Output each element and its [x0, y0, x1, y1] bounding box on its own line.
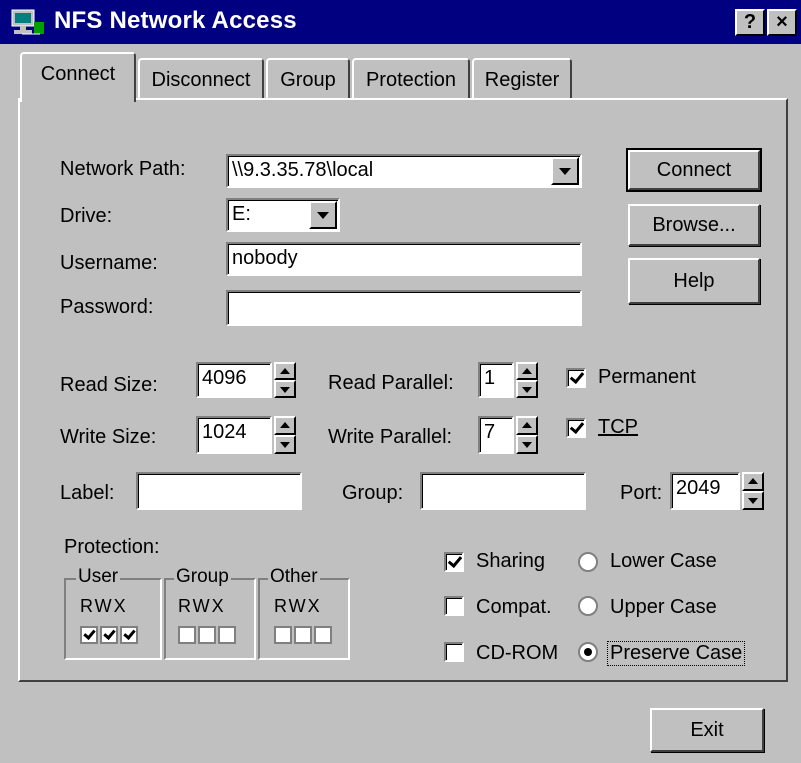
user-write-checkbox[interactable] [100, 626, 118, 644]
spin-up-icon[interactable] [274, 416, 296, 435]
read-parallel-stepper[interactable] [516, 362, 538, 398]
spin-up-icon[interactable] [742, 472, 764, 491]
label-field[interactable] [136, 472, 302, 510]
tab-group[interactable]: Group [266, 58, 350, 100]
spin-up-icon[interactable] [516, 416, 538, 435]
spin-up-icon[interactable] [516, 362, 538, 380]
network-app-icon [11, 9, 44, 35]
user-permission-group: User RWX [64, 566, 162, 660]
spin-down-icon[interactable] [274, 435, 296, 454]
lower-case-radio[interactable] [578, 552, 598, 572]
read-size-field[interactable]: 4096 [196, 362, 272, 398]
help-question-button[interactable]: ? [735, 9, 765, 36]
preserve-case-radio[interactable] [578, 642, 598, 662]
other-group-label: Other [268, 566, 320, 588]
write-parallel-stepper[interactable] [516, 416, 538, 454]
group-execute-checkbox[interactable] [218, 626, 236, 644]
port-label: Port: [620, 482, 663, 504]
user-group-label: User [76, 566, 121, 588]
tcp-label: TCP [598, 416, 638, 438]
browse-button[interactable]: Browse... [628, 204, 760, 246]
label-label: Label: [60, 482, 115, 504]
user-rwx-label: RWX [80, 596, 128, 616]
permanent-checkbox[interactable] [566, 368, 586, 388]
read-parallel-label: Read Parallel: [328, 372, 454, 394]
other-write-checkbox[interactable] [294, 626, 312, 644]
connect-button[interactable]: Connect [626, 148, 762, 192]
compat-checkbox[interactable] [444, 596, 464, 616]
group-read-checkbox[interactable] [178, 626, 196, 644]
tab-protection[interactable]: Protection [352, 58, 470, 100]
preserve-case-label: Preserve Case [606, 641, 746, 666]
nfs-network-access-dialog: NFS Network Access ? × Connect Disconnec… [0, 0, 801, 763]
help-button[interactable]: Help [628, 258, 760, 304]
spin-down-icon[interactable] [742, 491, 764, 510]
exit-button[interactable]: Exit [650, 708, 764, 752]
other-read-checkbox[interactable] [274, 626, 292, 644]
close-button[interactable]: × [767, 9, 797, 36]
read-size-label: Read Size: [60, 374, 158, 396]
other-rwx-label: RWX [274, 596, 322, 616]
password-label: Password: [60, 296, 154, 318]
port-stepper[interactable] [742, 472, 764, 510]
port-field[interactable]: 2049 [670, 472, 740, 510]
lower-case-label: Lower Case [610, 550, 717, 572]
cdrom-checkbox[interactable] [444, 642, 464, 662]
username-label: Username: [60, 252, 158, 274]
write-size-field[interactable]: 1024 [196, 416, 272, 454]
network-path-combo[interactable]: \\9.3.35.78\local [226, 154, 582, 188]
cdrom-label: CD-ROM [476, 642, 559, 664]
drive-label: Drive: [60, 205, 113, 227]
group-field[interactable] [420, 472, 586, 510]
write-parallel-label: Write Parallel: [328, 426, 453, 448]
other-execute-checkbox[interactable] [314, 626, 332, 644]
password-field[interactable] [226, 290, 582, 326]
upper-case-radio[interactable] [578, 596, 598, 616]
upper-case-label: Upper Case [610, 596, 717, 618]
permanent-label: Permanent [598, 366, 696, 388]
tab-register[interactable]: Register [472, 58, 572, 100]
title-bar[interactable]: NFS Network Access ? × [0, 0, 801, 44]
read-parallel-field[interactable]: 1 [478, 362, 514, 398]
tcp-checkbox[interactable] [566, 418, 586, 438]
group-write-checkbox[interactable] [198, 626, 216, 644]
write-parallel-field[interactable]: 7 [478, 416, 514, 454]
window-title: NFS Network Access [54, 7, 297, 34]
group-permission-group: Group RWX [164, 566, 256, 660]
user-read-checkbox[interactable] [80, 626, 98, 644]
write-size-stepper[interactable] [274, 416, 296, 454]
spin-up-icon[interactable] [274, 362, 296, 380]
spin-down-icon[interactable] [516, 380, 538, 398]
tab-disconnect[interactable]: Disconnect [138, 58, 264, 100]
spin-down-icon[interactable] [516, 435, 538, 454]
network-path-label: Network Path: [60, 158, 186, 180]
group-label: Group: [342, 482, 404, 504]
compat-label: Compat. [476, 596, 552, 618]
read-size-stepper[interactable] [274, 362, 296, 398]
protection-label: Protection: [64, 536, 160, 558]
sharing-checkbox[interactable] [444, 552, 464, 572]
user-execute-checkbox[interactable] [120, 626, 138, 644]
drive-dropdown-icon[interactable] [309, 201, 337, 229]
tab-connect[interactable]: Connect [20, 52, 136, 102]
other-permission-group: Other RWX [258, 566, 350, 660]
group-rwx-label: RWX [178, 596, 226, 616]
sharing-label: Sharing [476, 550, 545, 572]
username-field[interactable]: nobody [226, 242, 582, 276]
group-group-label: Group [174, 566, 231, 588]
spin-down-icon[interactable] [274, 380, 296, 398]
network-path-dropdown-icon[interactable] [551, 157, 579, 185]
write-size-label: Write Size: [60, 426, 157, 448]
